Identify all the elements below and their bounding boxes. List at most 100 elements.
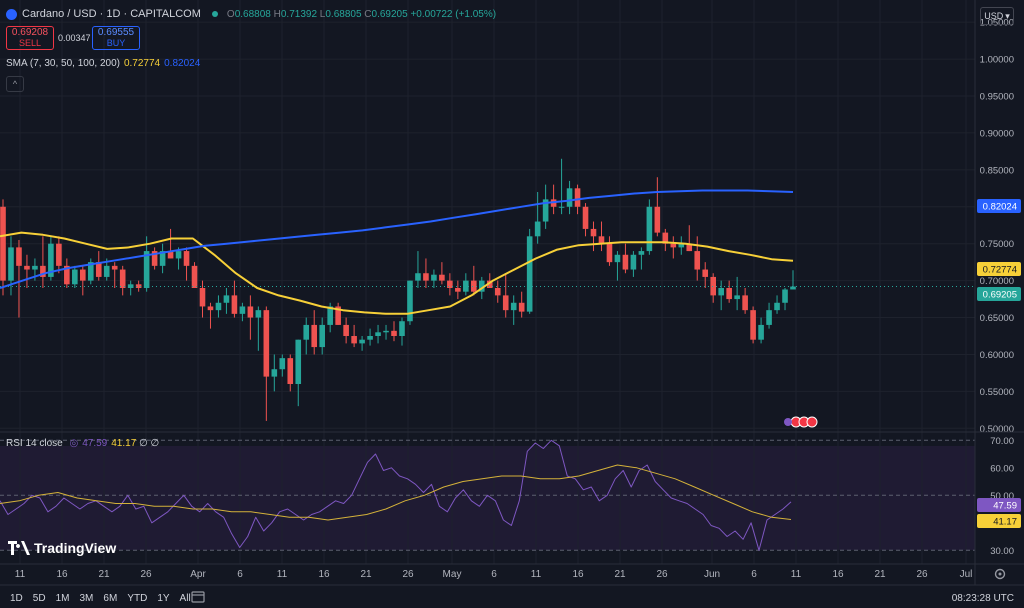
rsi-label: RSI 14 close xyxy=(6,438,63,449)
price-axis-label: 0.75000 xyxy=(980,239,1014,250)
buy-button[interactable]: 0.69555 BUY xyxy=(92,26,140,50)
timeframe-button-1y[interactable]: 1Y xyxy=(157,593,169,604)
time-axis-label: 26 xyxy=(916,569,928,580)
time-axis-label: 16 xyxy=(318,569,330,580)
rsi-axis-label: 70.00 xyxy=(990,436,1014,447)
candle-body xyxy=(518,302,525,312)
timeframe-button-5d[interactable]: 5D xyxy=(33,593,46,604)
utc-clock[interactable]: 08:23:28 UTC xyxy=(952,593,1014,604)
time-axis-label: 26 xyxy=(140,569,152,580)
candle-body xyxy=(415,273,421,281)
time-axis-label: 21 xyxy=(614,569,626,580)
rsi-badge-value-text: 47.59 xyxy=(993,501,1017,512)
open-label: O xyxy=(226,8,235,20)
time-axis-label: 16 xyxy=(832,569,844,580)
spread-value: 0.00347 xyxy=(58,33,91,43)
rsi-eye-icon[interactable]: ◎ xyxy=(69,438,78,449)
price-badge-last-text: 0.69205 xyxy=(983,290,1017,301)
candle-body xyxy=(303,324,310,340)
candle-body xyxy=(582,206,589,229)
price-axis-label: 0.85000 xyxy=(980,165,1014,176)
price-badge-sma-short-text: 0.72774 xyxy=(983,265,1017,276)
chart-legend-header: Cardano / USD · 1D · CAPITALCOM O0.68808… xyxy=(6,8,496,20)
candle-body xyxy=(247,306,254,318)
time-axis-label: 11 xyxy=(791,569,802,580)
candle-body xyxy=(79,269,86,281)
candle-body xyxy=(638,251,645,255)
candle-body xyxy=(215,302,222,311)
timeframe-button-ytd[interactable]: YTD xyxy=(127,593,147,604)
event-markers[interactable] xyxy=(784,416,818,428)
price-axis-label: 0.90000 xyxy=(980,128,1014,139)
candle-body xyxy=(287,358,294,384)
sma-legend[interactable]: SMA (7, 30, 50, 100, 200) 0.72774 0.82024 xyxy=(6,58,200,69)
candle-body xyxy=(526,236,533,312)
rsi-legend[interactable]: RSI 14 close ◎ 47.59 41.17 ∅ ∅ xyxy=(6,438,159,449)
candle-body xyxy=(383,330,389,333)
timeframe-button-all[interactable]: All xyxy=(180,593,191,604)
low-value: 0.68805 xyxy=(325,8,362,20)
sell-label: SELL xyxy=(18,38,42,48)
candle-body xyxy=(510,302,517,311)
candle-body xyxy=(311,324,318,348)
tradingview-logo[interactable]: TradingView xyxy=(8,540,116,556)
news-icon[interactable] xyxy=(784,418,792,426)
candle-body xyxy=(455,288,461,292)
candle-body xyxy=(391,330,397,336)
buy-label: BUY xyxy=(106,38,126,48)
candle-body xyxy=(399,321,405,336)
price-axis-label: 0.55000 xyxy=(980,387,1014,398)
candle-body xyxy=(558,206,565,208)
timeframe-button-1m[interactable]: 1M xyxy=(56,593,70,604)
candle-body xyxy=(654,206,661,233)
candle-body xyxy=(423,273,429,281)
timeframe-button-1d[interactable]: 1D xyxy=(10,593,23,604)
candle-body xyxy=(359,339,365,344)
collapse-legend-button[interactable]: ^ xyxy=(6,76,24,92)
candle-body xyxy=(614,254,621,263)
candle-body xyxy=(463,280,469,292)
candle-body xyxy=(8,247,14,281)
candle-body xyxy=(630,254,637,270)
candle-body xyxy=(471,280,477,292)
sell-button[interactable]: 0.69208 SELL xyxy=(6,26,54,50)
rsi-value: 47.59 xyxy=(82,438,108,449)
candle-body xyxy=(183,251,190,266)
price-axis-label: 0.60000 xyxy=(980,350,1014,361)
candle-body xyxy=(758,324,764,340)
candle-body xyxy=(742,295,748,311)
timeframe-button-3m[interactable]: 3M xyxy=(80,593,94,604)
event-flag-icon[interactable] xyxy=(806,416,818,428)
candle-body xyxy=(103,265,110,277)
chevron-down-icon: ▾ xyxy=(1005,10,1010,21)
time-axis-label: 6 xyxy=(751,569,757,580)
candle-body xyxy=(670,243,677,248)
sma-value-long: 0.82024 xyxy=(164,58,201,69)
time-axis-label: 21 xyxy=(360,569,372,580)
trade-panel: 0.69208 SELL 0.00347 0.69555 BUY xyxy=(6,26,140,50)
timeframe-button-6m[interactable]: 6M xyxy=(103,593,117,604)
market-open-status-icon xyxy=(211,11,218,17)
time-axis-label: 16 xyxy=(56,569,68,580)
ohlc-values: O0.68808 H0.71392 L0.68805 C0.69205 +0.0… xyxy=(227,9,496,20)
cardano-logo-icon xyxy=(6,8,17,20)
candle-body xyxy=(494,288,501,296)
time-axis-label: 21 xyxy=(874,569,886,580)
candle-body xyxy=(790,286,796,290)
sma-label: SMA (7, 30, 50, 100, 200) xyxy=(6,58,120,69)
close-value: 0.69205 xyxy=(371,8,408,20)
currency-select[interactable]: USD ▾ xyxy=(980,7,1014,25)
candle-body xyxy=(119,269,126,288)
candle-body xyxy=(726,288,732,300)
time-axis-label: Jul xyxy=(960,569,973,580)
time-axis-label: 11 xyxy=(277,569,288,580)
time-axis-label: 26 xyxy=(656,569,668,580)
time-axis-label: 6 xyxy=(237,569,243,580)
candle-body xyxy=(263,310,270,377)
candle-body xyxy=(502,295,509,311)
candle-body xyxy=(223,295,230,303)
chart-canvas[interactable]: 11 16 21 26 Apr 6 11 16 21 26 May 6 11 16 21 26 Jun 6 11 16… xyxy=(0,0,1024,608)
candle-body xyxy=(590,228,597,237)
candle-body xyxy=(72,269,78,285)
symbol-title[interactable]: Cardano / USD · 1D · CAPITALCOM xyxy=(22,8,201,20)
